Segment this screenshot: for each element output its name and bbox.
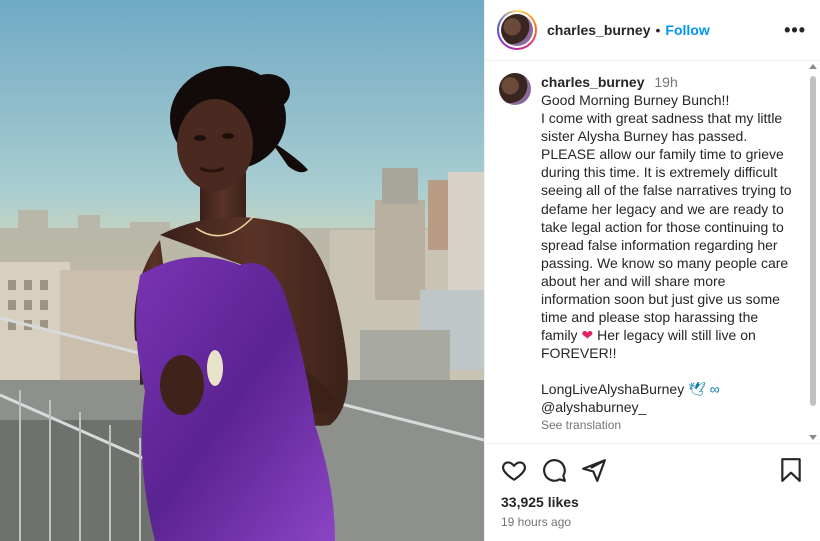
header-username[interactable]: charles_burney [547,22,651,38]
tag-text: LongLiveAlyshaBurney [541,381,689,398]
more-options-icon[interactable]: ••• [784,20,806,41]
tag-line: LongLiveAlyshaBurney 🕊 ∞ [541,380,798,398]
caption-time: 19h [654,74,678,90]
follow-button[interactable]: Follow [665,22,709,38]
post-panel: charles_burney • Follow ••• charles_burn… [484,0,820,541]
caption-main-text: Good Morning Burney Bunch!! I come with … [541,92,792,344]
red-heart-emoji: ❤ [581,327,594,344]
post-timestamp[interactable]: 19 hours ago [501,515,804,529]
likes-count[interactable]: 33,925 likes [501,494,804,510]
mention-link[interactable]: @alyshaburney_ [541,398,798,416]
caption-section: charles_burney 19h Good Morning Burney B… [485,62,820,442]
post-header: charles_burney • Follow ••• [485,0,820,61]
scroll-down-arrow-icon[interactable] [809,435,817,440]
caption-username[interactable]: charles_burney [541,74,645,90]
caption-scrollbar[interactable] [809,64,817,440]
dove-infinity-emoji: 🕊 ∞ [688,381,720,398]
heart-icon[interactable] [501,457,527,483]
caption-text: Good Morning Burney Bunch!! I come with … [541,91,798,362]
scroll-thumb[interactable] [810,76,816,406]
comment-icon[interactable] [541,457,567,483]
avatar [501,14,533,46]
caption-avatar[interactable] [499,73,531,105]
separator-dot: • [655,22,661,38]
post-photo[interactable] [0,0,484,541]
post-image [0,0,484,541]
scroll-up-arrow-icon[interactable] [809,64,817,69]
see-translation-link[interactable]: See translation [541,418,798,432]
bookmark-icon[interactable] [778,457,804,483]
actions-section: 33,925 likes 19 hours ago [485,443,820,529]
share-icon[interactable] [581,457,607,483]
story-ring-avatar[interactable] [497,10,537,50]
